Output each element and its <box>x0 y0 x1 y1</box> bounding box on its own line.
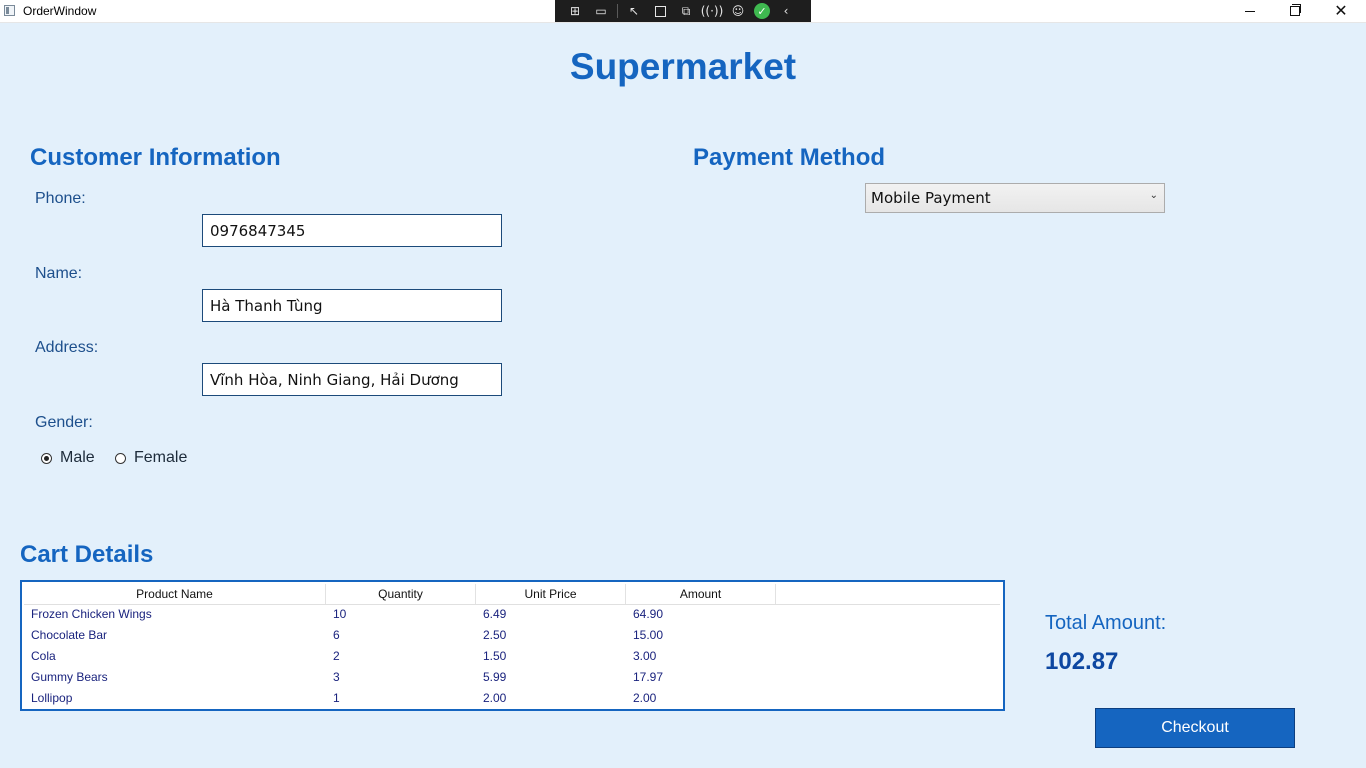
cell-unit-price: 6.49 <box>483 607 507 621</box>
cart-details-heading: Cart Details <box>20 541 154 568</box>
total-amount-label: Total Amount: <box>1045 612 1167 634</box>
display-layout-adorners-icon[interactable] <box>650 3 670 19</box>
cell-quantity: 2 <box>333 649 340 663</box>
cell-product-name: Lollipop <box>31 691 73 705</box>
column-header-amount[interactable]: Amount <box>626 584 776 604</box>
cell-amount: 3.00 <box>633 649 657 663</box>
cell-unit-price: 5.99 <box>483 670 507 684</box>
grid-header-row: Product Name Quantity Unit Price Amount <box>24 584 1000 605</box>
phone-input[interactable] <box>202 214 502 247</box>
gender-option-label: Male <box>60 449 95 466</box>
minimize-icon <box>1245 10 1255 12</box>
payment-method-heading: Payment Method <box>693 144 886 171</box>
app-window-icon <box>4 5 15 16</box>
address-label: Address: <box>35 339 99 356</box>
payment-method-selected: Mobile Payment <box>871 189 991 207</box>
radio-unchecked-icon[interactable] <box>115 452 126 464</box>
cell-product-name: Frozen Chicken Wings <box>31 607 152 621</box>
column-header-product-name[interactable]: Product Name <box>24 584 326 604</box>
cell-amount: 17.97 <box>633 670 664 684</box>
payment-method-dropdown[interactable]: Mobile Payment ⌄ <box>865 183 1165 213</box>
cell-quantity: 1 <box>333 691 340 705</box>
cell-unit-price: 2.00 <box>483 691 507 705</box>
table-row[interactable]: Frozen Chicken Wings 10 6.49 64.90 <box>24 604 1000 625</box>
cell-quantity: 10 <box>333 607 347 621</box>
name-input[interactable] <box>202 289 502 322</box>
column-header-quantity[interactable]: Quantity <box>326 584 476 604</box>
restore-button[interactable] <box>1272 0 1318 22</box>
debug-toolbar: ⊞ ▭ ↖ ⧉ ((·)) ☺ ✓ ‹ <box>555 0 811 22</box>
cell-quantity: 6 <box>333 628 340 642</box>
hot-reload-icon[interactable]: ((·)) <box>701 3 724 19</box>
checkmark-status-icon[interactable]: ✓ <box>754 3 770 19</box>
table-row[interactable]: Lollipop 1 2.00 2.00 <box>24 688 1000 709</box>
table-row[interactable]: Gummy Bears 3 5.99 17.97 <box>24 667 1000 688</box>
accessibility-icon[interactable]: ☺ <box>728 3 748 19</box>
cell-product-name: Chocolate Bar <box>31 628 108 642</box>
name-label: Name: <box>35 265 83 282</box>
close-button[interactable]: ✕ <box>1318 0 1364 22</box>
cell-quantity: 3 <box>333 670 340 684</box>
toolbar-separator <box>617 4 618 18</box>
track-focus-icon[interactable]: ⧉ <box>676 3 696 19</box>
restore-icon <box>1290 4 1301 16</box>
cell-unit-price: 1.50 <box>483 649 507 663</box>
close-icon: ✕ <box>1334 1 1348 20</box>
cell-product-name: Cola <box>31 649 56 663</box>
table-row[interactable]: Cola 2 1.50 3.00 <box>24 646 1000 667</box>
collapse-toolbar-icon[interactable]: ‹ <box>776 3 796 19</box>
customer-information-heading: Customer Information <box>30 144 281 171</box>
gender-radio-female[interactable]: Female <box>115 449 187 467</box>
chevron-down-icon: ⌄ <box>1149 190 1158 201</box>
total-amount-value: 102.87 <box>1045 648 1119 675</box>
select-element-icon[interactable]: ↖ <box>624 3 644 19</box>
cart-data-grid[interactable]: Product Name Quantity Unit Price Amount … <box>20 580 1005 711</box>
window-title: OrderWindow <box>23 4 97 18</box>
column-header-unit-price[interactable]: Unit Price <box>476 584 626 604</box>
phone-label: Phone: <box>35 190 86 207</box>
minimize-button[interactable] <box>1227 0 1273 22</box>
gender-label: Gender: <box>35 414 93 431</box>
page-title: Supermarket <box>569 46 797 87</box>
gender-radio-male[interactable]: Male <box>41 449 95 467</box>
table-row[interactable]: Chocolate Bar 6 2.50 15.00 <box>24 625 1000 646</box>
cell-unit-price: 2.50 <box>483 628 507 642</box>
gender-option-label: Female <box>134 449 188 466</box>
live-visual-tree-icon[interactable]: ⊞ <box>565 3 585 19</box>
cell-amount: 15.00 <box>633 628 664 642</box>
radio-checked-icon[interactable] <box>41 452 52 464</box>
cell-amount: 64.90 <box>633 607 664 621</box>
checkout-button[interactable]: Checkout <box>1095 708 1295 748</box>
address-input[interactable] <box>202 363 502 396</box>
cell-product-name: Gummy Bears <box>31 670 108 684</box>
video-camera-icon[interactable]: ▭ <box>591 3 611 19</box>
cell-amount: 2.00 <box>633 691 657 705</box>
